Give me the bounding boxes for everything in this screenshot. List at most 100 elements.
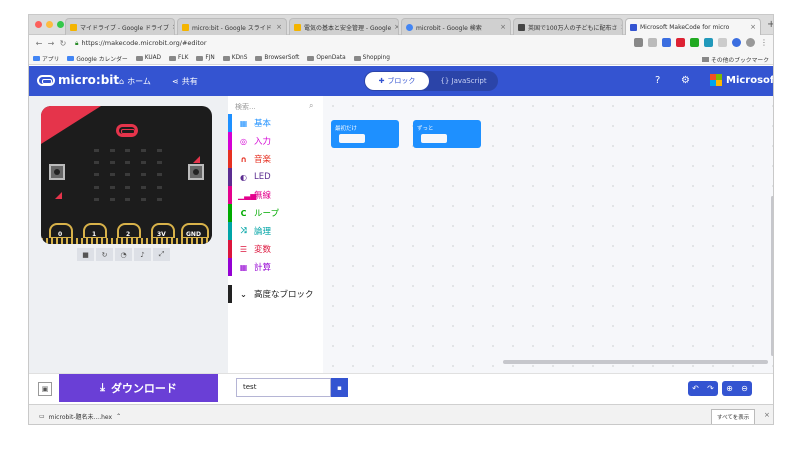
minimize-window-button[interactable]: [46, 21, 53, 28]
show-all-button[interactable]: すべてを表示: [711, 409, 756, 424]
close-tab-icon[interactable]: ×: [747, 23, 756, 31]
other-bookmarks[interactable]: その他のブックマーク: [702, 55, 769, 64]
category-radio[interactable]: ▁▃▅ 無線: [228, 186, 323, 204]
search-icon[interactable]: ⌕: [309, 101, 313, 111]
category-music[interactable]: ∩ 音楽: [228, 150, 323, 168]
home-button[interactable]: ⌂ ホーム: [119, 76, 151, 87]
bookmark-folder[interactable]: FLK: [169, 55, 188, 61]
shuffle-icon: ⤨: [240, 226, 247, 235]
save-icon[interactable]: ▪: [331, 378, 348, 397]
close-tab-icon[interactable]: ×: [497, 23, 506, 31]
category-label: 無線: [254, 191, 272, 201]
extension-icon[interactable]: [690, 38, 699, 47]
reload-icon[interactable]: ↻: [57, 39, 69, 48]
restart-icon[interactable]: ↻: [96, 248, 113, 261]
zoom-out-icon[interactable]: ⊖: [737, 381, 752, 396]
folder-icon: [255, 55, 263, 61]
bookmark-folder[interactable]: BrowserSoft: [255, 55, 299, 61]
logo-icon: [116, 124, 138, 137]
bookmark-folder[interactable]: KUAD: [135, 55, 162, 61]
collapse-simulator-icon[interactable]: ▣: [38, 382, 52, 396]
browser-tab-active[interactable]: Microsoft MakeCode for micro ×: [625, 18, 761, 35]
extension-icon[interactable]: [732, 38, 741, 47]
microbit-logo[interactable]: micro:bit: [37, 73, 119, 87]
category-basic[interactable]: ▦ 基本: [228, 114, 323, 132]
close-shelf-icon[interactable]: ×: [764, 411, 770, 419]
new-tab-icon[interactable]: +: [767, 19, 773, 30]
download-button[interactable]: ⤓ ダウンロード: [59, 374, 218, 402]
browser-tab[interactable]: 電気の基本と安全管理 - Google ×: [289, 18, 399, 35]
maximize-window-button[interactable]: [57, 21, 64, 28]
browser-tab[interactable]: マイドライブ - Google ドライブ×: [65, 18, 175, 35]
forever-block[interactable]: ずっと: [413, 120, 481, 148]
browser-tab[interactable]: microbit - Google 検索 ×: [401, 18, 511, 35]
star-icon[interactable]: [648, 38, 657, 47]
close-tab-icon[interactable]: ×: [273, 23, 282, 31]
extension-icon[interactable]: [676, 38, 685, 47]
profile-icon[interactable]: [746, 38, 755, 47]
category-led[interactable]: ◐ LED: [228, 168, 323, 186]
button-a[interactable]: [49, 164, 65, 180]
signal-icon: ▁▃▅: [238, 190, 257, 200]
close-tab-icon[interactable]: ×: [617, 23, 622, 31]
bookmark-apps[interactable]: アプリ: [33, 54, 59, 63]
browser-tab[interactable]: 英国で100万人の子どもに配布さ×: [513, 18, 623, 35]
block-slot: [421, 134, 447, 143]
vertical-scrollbar[interactable]: [771, 196, 773, 356]
extension-icon[interactable]: [704, 38, 713, 47]
downloaded-file[interactable]: ▭ microbit-題名未....hex ⌃: [39, 412, 121, 421]
search-placeholder: 検索...: [235, 103, 256, 111]
other-bookmarks-label: その他のブックマーク: [711, 58, 769, 64]
bookmark-folder[interactable]: FJN: [196, 55, 215, 61]
bookmark-item[interactable]: Google カレンダー: [67, 54, 128, 63]
url-field[interactable]: 🔒︎ https://makecode.microbit.org/#editor: [75, 39, 207, 48]
bookmark-folder[interactable]: KDnS: [222, 55, 247, 61]
mute-icon[interactable]: ♪: [134, 248, 151, 261]
category-logic[interactable]: ⤨ 論理: [228, 222, 323, 240]
translate-icon[interactable]: [634, 38, 643, 47]
share-button[interactable]: ⋖ 共有: [172, 76, 198, 87]
chevron-up-icon[interactable]: ⌃: [116, 413, 121, 420]
bookmark-folder[interactable]: Shopping: [353, 55, 390, 61]
bookmark-folder[interactable]: OpenData: [307, 55, 346, 61]
redo-icon[interactable]: ↷: [703, 381, 718, 396]
browser-tab[interactable]: micro:bit - Google スライド ×: [177, 18, 287, 35]
project-name-input[interactable]: test: [236, 378, 331, 397]
bookmark-label: FJN: [205, 55, 215, 61]
javascript-tab[interactable]: {} JavaScript: [429, 77, 498, 85]
close-window-button[interactable]: [35, 21, 42, 28]
fullscreen-icon[interactable]: ⤢: [153, 248, 170, 261]
tab-label: micro:bit - Google スライド: [192, 24, 272, 32]
category-variables[interactable]: ☰ 変数: [228, 240, 323, 258]
makecode-icon: [630, 23, 637, 31]
extension-icon[interactable]: [662, 38, 671, 47]
menu-icon[interactable]: ⋮: [760, 38, 769, 47]
category-math[interactable]: ▦ 計算: [228, 258, 323, 276]
forward-icon[interactable]: →: [45, 39, 57, 48]
back-icon[interactable]: ←: [33, 39, 45, 48]
zoom-in-icon[interactable]: ⊕: [722, 381, 737, 396]
close-tab-icon[interactable]: ×: [391, 23, 398, 31]
stop-icon[interactable]: ■: [77, 248, 94, 261]
horizontal-scrollbar[interactable]: [503, 360, 768, 364]
slides-icon: [182, 23, 189, 31]
extension-icon[interactable]: [718, 38, 727, 47]
toolbox-search-input[interactable]: 検索...: [235, 102, 256, 112]
bookmark-label: KUAD: [144, 55, 162, 61]
help-icon[interactable]: ?: [655, 75, 660, 86]
blocks-tab[interactable]: ✚ ブロック: [365, 72, 429, 90]
slowmo-icon[interactable]: ◔: [115, 248, 132, 261]
button-b[interactable]: [188, 164, 204, 180]
category-input[interactable]: ◎ 入力: [228, 132, 323, 150]
close-tab-icon[interactable]: ×: [169, 23, 174, 31]
microsoft-logo[interactable]: Microsoft: [710, 74, 773, 86]
undo-icon[interactable]: ↶: [688, 381, 703, 396]
chevron-down-icon: ⌄: [240, 289, 247, 299]
category-loops[interactable]: C ループ: [228, 204, 323, 222]
news-icon: [518, 23, 525, 31]
gear-icon[interactable]: ⚙: [681, 75, 690, 86]
blocks-workspace[interactable]: 最初だけ ずっと: [323, 96, 773, 373]
category-advanced[interactable]: ⌄ 高度なブロック: [228, 285, 323, 303]
refresh-icon: C: [240, 208, 247, 218]
on-start-block[interactable]: 最初だけ: [331, 120, 399, 148]
